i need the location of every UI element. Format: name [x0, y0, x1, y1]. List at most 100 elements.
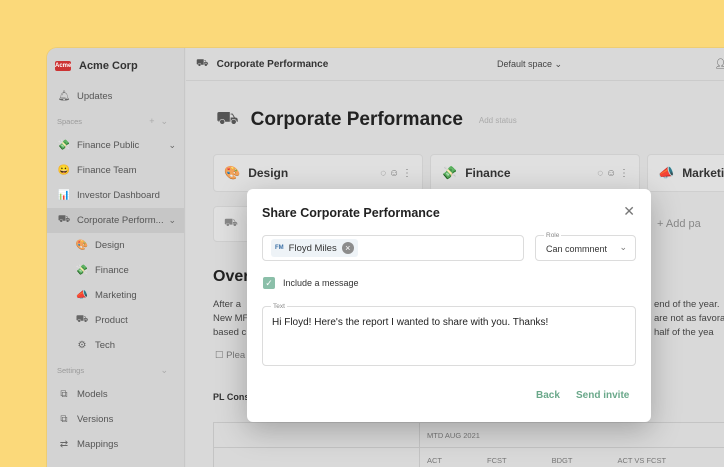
card-design[interactable]: 🎨 Design ◌ ☺ ⋮ — [213, 154, 423, 192]
column-header: ACT — [427, 456, 442, 465]
checkbox-label: Plea — [226, 350, 246, 361]
section-tools[interactable]: +⌄ — [149, 116, 174, 127]
page-cards: 🎨 Design ◌ ☺ ⋮ 💸 Finance ◌ ☺ ⋮ 📣 Marketi — [213, 154, 724, 192]
overview-line: end of the year. — [654, 299, 720, 310]
sidebar-item-label: Corporate Perform... — [77, 215, 164, 226]
gear-icon: ⚙ — [77, 340, 87, 351]
message-value: Hi Floyd! Here's the report I wanted to … — [272, 317, 549, 328]
sidebar-item-updates[interactable]: 🔔︎ Updates — [47, 84, 184, 109]
checkbox-label: Include a message — [283, 278, 359, 288]
vehicle-icon: ⛟ — [75, 314, 89, 325]
sidebar-item-finance[interactable]: 💸 Finance — [47, 258, 184, 283]
chevron-down-icon: ⌄ — [619, 242, 627, 252]
sidebar-item-label: Finance Public — [77, 140, 140, 151]
role-label: Role — [544, 232, 562, 239]
sidebar-item-models[interactable]: ⧉ Models — [47, 382, 184, 407]
pl-heading: PL Cons — [213, 392, 250, 402]
role-select[interactable]: Role Can commnent ⌄ — [535, 232, 636, 261]
column-header: FCST — [487, 456, 507, 465]
sidebar-item-versions[interactable]: ⧉ Versions — [47, 407, 184, 432]
money-icon: 💸 — [75, 265, 89, 276]
vehicle-icon: ⛟ — [216, 108, 239, 128]
sidebar-item-finance-public[interactable]: 💸 Finance Public ⌄ — [47, 133, 184, 158]
hierarchy-icon: ⧉ — [60, 389, 68, 400]
sidebar-item-label: Versions — [77, 414, 114, 425]
overview-checkbox[interactable]: ☐ Plea — [215, 350, 245, 361]
card-title: Design — [248, 166, 289, 180]
sidebar-item-tech[interactable]: ⚙ Tech — [47, 333, 184, 358]
smile-icon: 😀 — [57, 165, 71, 176]
share-dialog: Share Corporate Performance ✕ FM Floyd M… — [247, 189, 651, 422]
include-message-checkbox[interactable]: ✓ Include a message — [263, 277, 359, 289]
table-divider — [214, 447, 724, 448]
card-finance[interactable]: 💸 Finance ◌ ☺ ⋮ — [430, 154, 640, 192]
vehicle-icon: ⛟ — [57, 214, 71, 225]
section-tools[interactable]: ⌄ — [160, 365, 174, 376]
breadcrumb[interactable]: Corporate Performance — [217, 59, 329, 70]
vehicle-icon: ⛟ — [196, 57, 209, 69]
money-icon: 💸 — [441, 165, 458, 180]
sidebar-item-label: Investor Dashboard — [77, 190, 160, 201]
section-label: Spaces — [57, 116, 83, 126]
more-icon[interactable]: ◌ ☺ ⋮ — [380, 168, 412, 179]
overview-line: half of the yea — [654, 327, 714, 338]
column-header: ACT VS FCST — [617, 456, 667, 465]
overview-heading: Over — [213, 268, 250, 285]
sidebar-item-label: Tech — [95, 340, 116, 351]
add-status-button[interactable]: Add status — [479, 116, 517, 125]
sidebar-item-marketing[interactable]: 📣 Marketing — [47, 283, 184, 308]
palette-icon: 🎨 — [75, 240, 89, 251]
more-icon[interactable]: ◌ ☺ ⋮ — [597, 168, 629, 179]
invitee-name: Floyd Miles — [288, 242, 337, 254]
send-invite-button[interactable]: Send invite — [576, 390, 629, 401]
avatar: FM — [275, 245, 284, 251]
section-label: Settings — [57, 365, 85, 375]
org-switcher[interactable]: Acme Acme Corp — [47, 48, 184, 84]
sidebar-item-label: Mappings — [77, 439, 119, 450]
message-textarea[interactable]: Text Hi Floyd! Here's the report I wante… — [262, 303, 636, 366]
chevron-down-icon[interactable]: ⌄ — [168, 215, 176, 226]
space-label: Default space — [497, 58, 553, 69]
megaphone-icon: 📣 — [75, 290, 89, 301]
palette-icon: 🎨 — [224, 165, 241, 180]
megaphone-icon: 📣 — [658, 165, 675, 180]
overview-line: are not as favora — [654, 313, 724, 324]
sidebar-item-label: Finance Team — [77, 165, 137, 176]
copy-icon: ⧉ — [60, 414, 68, 425]
sidebar-item-label: Marketing — [95, 290, 137, 301]
back-button[interactable]: Back — [536, 390, 560, 401]
remove-icon[interactable]: × — [341, 242, 354, 254]
arrows-icon: ⇄ — [59, 439, 69, 450]
close-icon[interactable]: ✕ — [623, 203, 635, 220]
text-label: Text — [271, 303, 287, 310]
check-icon[interactable]: ✓ — [263, 277, 275, 289]
sidebar-item-label: Updates — [77, 91, 113, 102]
sidebar: Acme Acme Corp 🔔︎ Updates Spaces +⌄ 💸 Fi… — [47, 48, 185, 467]
sidebar-item-label: Design — [95, 240, 125, 251]
space-selector[interactable]: Default space ⌄ — [497, 59, 562, 70]
org-logo: Acme — [55, 61, 72, 71]
chevron-down-icon[interactable]: ⌄ — [168, 140, 176, 151]
dialog-title: Share Corporate Performance — [262, 206, 440, 220]
card-title: Marketi — [682, 166, 724, 180]
sidebar-item-label: Finance — [95, 265, 129, 276]
sidebar-item-mappings[interactable]: ⇄ Mappings — [47, 432, 184, 457]
add-page-button[interactable]: + Add pa — [647, 206, 724, 242]
sidebar-item-finance-team[interactable]: 😀 Finance Team — [47, 158, 184, 183]
sidebar-item-product[interactable]: ⛟ Product — [47, 308, 184, 333]
user-icon[interactable]: 👤︎ — [714, 59, 724, 70]
table-header: ACT FCST BDGT ACT VS FCST — [427, 456, 711, 465]
settings-section: Settings ⌄ — [47, 358, 184, 382]
sidebar-item-investor-dashboard[interactable]: 📊 Investor Dashboard — [47, 183, 184, 208]
role-value: Can commnent — [546, 244, 608, 254]
page-header: ⛟ Corporate Performance Add status — [216, 108, 517, 132]
sidebar-item-corporate-performance[interactable]: ⛟ Corporate Perform... ⌄ — [47, 208, 184, 233]
bar-chart-icon: 📊 — [57, 190, 71, 201]
sidebar-item-label: Product — [95, 315, 128, 326]
invitee-chip: FM Floyd Miles × — [271, 239, 358, 257]
sidebar-item-design[interactable]: 🎨 Design — [47, 233, 184, 258]
money-icon: 💸 — [57, 140, 71, 151]
org-name: Acme Corp — [79, 60, 138, 72]
invite-input[interactable]: FM Floyd Miles × — [262, 235, 524, 261]
card-marketing[interactable]: 📣 Marketi — [647, 154, 724, 192]
